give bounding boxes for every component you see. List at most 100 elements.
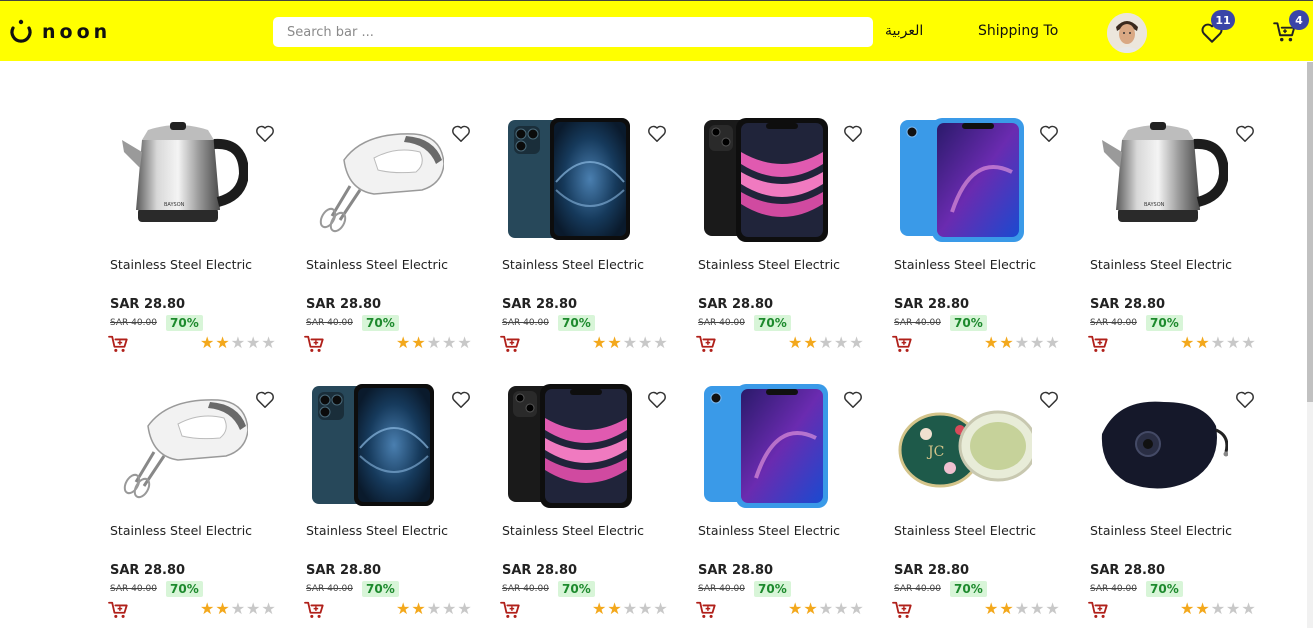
product-name[interactable]: Stainless Steel Electric [1090, 257, 1232, 272]
add-to-cart-icon[interactable] [500, 334, 522, 354]
product-card[interactable]: Stainless Steel Electric SAR 28.80 SAR 4… [304, 112, 484, 360]
add-to-cart-icon[interactable] [1088, 334, 1110, 354]
star-empty-icon: ★ [849, 599, 865, 618]
star-empty-icon: ★ [834, 333, 850, 352]
product-name[interactable]: Stainless Steel Electric [306, 523, 448, 538]
heart-icon[interactable] [254, 122, 276, 144]
star-empty-icon: ★ [638, 333, 654, 352]
product-card[interactable]: Stainless Steel Electric SAR 28.80 SAR 4… [500, 112, 680, 360]
star-rating: ★★★★★ [592, 599, 669, 618]
star-empty-icon: ★ [1226, 333, 1242, 352]
language-switch[interactable]: العربية [885, 23, 923, 39]
heart-icon[interactable] [646, 388, 668, 410]
product-name[interactable]: Stainless Steel Electric [110, 257, 252, 272]
product-old-price: SAR 40.00 [1090, 318, 1137, 328]
heart-icon[interactable] [646, 122, 668, 144]
product-image[interactable] [304, 378, 444, 508]
heart-icon[interactable] [842, 122, 864, 144]
product-image[interactable] [696, 378, 836, 508]
product-image[interactable]: BAYSON [108, 112, 248, 242]
product-card[interactable]: Stainless Steel Electric SAR 28.80 SAR 4… [108, 378, 288, 626]
add-to-cart-icon[interactable] [304, 600, 326, 620]
star-filled-icon: ★ [200, 599, 216, 618]
add-to-cart-icon[interactable] [696, 334, 718, 354]
product-price: SAR 28.80 [110, 563, 186, 578]
product-name[interactable]: Stainless Steel Electric [894, 257, 1036, 272]
star-empty-icon: ★ [622, 599, 639, 618]
scrollbar-thumb[interactable] [1307, 62, 1313, 402]
product-name[interactable]: Stainless Steel Electric [502, 523, 644, 538]
product-name[interactable]: Stainless Steel Electric [698, 523, 840, 538]
product-old-price: SAR 40.00 [306, 584, 353, 594]
star-filled-icon: ★ [1195, 599, 1211, 618]
star-empty-icon: ★ [818, 333, 835, 352]
product-name[interactable]: Stainless Steel Electric [110, 523, 252, 538]
heart-icon[interactable] [450, 122, 472, 144]
product-image[interactable] [500, 112, 640, 242]
star-empty-icon: ★ [442, 599, 458, 618]
product-card[interactable]: BAYSON Stainless Steel Electric SAR 28.8… [1088, 112, 1268, 360]
product-name[interactable]: Stainless Steel Electric [502, 257, 644, 272]
heart-icon[interactable] [1038, 122, 1060, 144]
product-image[interactable]: BAYSON [1088, 112, 1228, 242]
product-name[interactable]: Stainless Steel Electric [894, 523, 1036, 538]
add-to-cart-icon[interactable] [892, 334, 914, 354]
product-card[interactable]: Stainless Steel Electric SAR 28.80 SAR 4… [500, 378, 680, 626]
star-filled-icon: ★ [1180, 599, 1196, 618]
noon-logo[interactable]: noon [8, 19, 111, 45]
product-image[interactable] [500, 378, 640, 508]
heart-icon[interactable] [1234, 388, 1256, 410]
product-image[interactable] [892, 112, 1032, 242]
cart-count-badge: 4 [1289, 10, 1309, 30]
star-filled-icon: ★ [1195, 333, 1211, 352]
product-image[interactable] [108, 378, 248, 508]
add-to-cart-icon[interactable] [108, 600, 130, 620]
heart-icon[interactable] [254, 388, 276, 410]
add-to-cart-icon[interactable] [304, 334, 326, 354]
product-image[interactable] [696, 112, 836, 242]
product-price: SAR 28.80 [502, 563, 578, 578]
add-to-cart-icon[interactable] [1088, 600, 1110, 620]
product-card[interactable]: JC Stainless Steel Electric SAR 28.80 SA… [892, 378, 1072, 626]
star-filled-icon: ★ [215, 333, 231, 352]
product-name[interactable]: Stainless Steel Electric [1090, 523, 1232, 538]
product-old-price: SAR 40.00 [698, 584, 745, 594]
star-empty-icon: ★ [230, 333, 247, 352]
star-empty-icon: ★ [1014, 599, 1031, 618]
wishlist-count-badge: 11 [1211, 10, 1235, 30]
star-empty-icon: ★ [457, 333, 473, 352]
product-card[interactable]: Stainless Steel Electric SAR 28.80 SAR 4… [696, 112, 876, 360]
product-card[interactable]: BAYSON Stainless Steel Electric SAR 28.8… [108, 112, 288, 360]
product-card[interactable]: Stainless Steel Electric SAR 28.80 SAR 4… [696, 378, 876, 626]
product-card[interactable]: Stainless Steel Electric SAR 28.80 SAR 4… [1088, 378, 1268, 626]
star-rating: ★★★★★ [788, 599, 865, 618]
star-empty-icon: ★ [426, 333, 443, 352]
add-to-cart-icon[interactable] [696, 600, 718, 620]
star-filled-icon: ★ [788, 333, 804, 352]
product-image[interactable] [1088, 378, 1228, 508]
star-empty-icon: ★ [1210, 333, 1227, 352]
avatar[interactable] [1107, 13, 1147, 53]
search-input[interactable] [273, 17, 873, 47]
product-card[interactable]: Stainless Steel Electric SAR 28.80 SAR 4… [304, 378, 484, 626]
svg-text:BAYSON: BAYSON [164, 202, 185, 208]
heart-icon[interactable] [842, 388, 864, 410]
add-to-cart-icon[interactable] [500, 600, 522, 620]
heart-icon[interactable] [1234, 122, 1256, 144]
star-rating: ★★★★★ [1180, 599, 1257, 618]
shipping-to-link[interactable]: Shipping To [978, 23, 1058, 39]
product-image[interactable] [304, 112, 444, 242]
add-to-cart-icon[interactable] [892, 600, 914, 620]
product-name[interactable]: Stainless Steel Electric [306, 257, 448, 272]
heart-icon[interactable] [450, 388, 472, 410]
product-card[interactable]: Stainless Steel Electric SAR 28.80 SAR 4… [892, 112, 1072, 360]
product-image[interactable]: JC [892, 378, 1032, 508]
product-price: SAR 28.80 [502, 297, 578, 312]
star-empty-icon: ★ [1241, 599, 1257, 618]
discount-badge: 70% [1146, 581, 1183, 597]
star-rating: ★★★★★ [200, 599, 277, 618]
add-to-cart-icon[interactable] [108, 334, 130, 354]
heart-icon[interactable] [1038, 388, 1060, 410]
star-empty-icon: ★ [834, 599, 850, 618]
product-name[interactable]: Stainless Steel Electric [698, 257, 840, 272]
